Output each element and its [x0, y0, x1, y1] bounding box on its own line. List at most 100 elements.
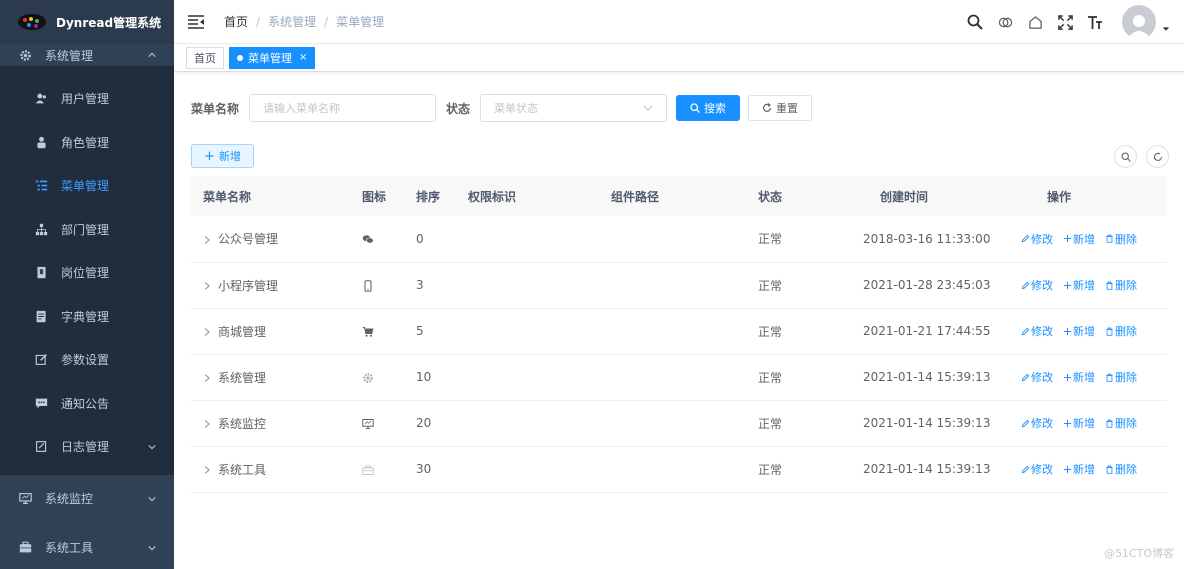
- sidebar-item-posts[interactable]: 岗位管理: [0, 251, 174, 295]
- cell-status: 正常: [758, 278, 783, 293]
- edit-link[interactable]: 修改: [1021, 231, 1053, 247]
- sidebar-item-configs[interactable]: 参数设置: [0, 338, 174, 382]
- peoples-icon: [34, 135, 48, 149]
- add-child-link[interactable]: 新增: [1063, 415, 1095, 431]
- tag-menu-management[interactable]: 菜单管理 ×: [229, 46, 316, 69]
- expand-arrow-icon[interactable]: [203, 374, 211, 382]
- cell-actions: 修改 新增 删除: [998, 216, 1167, 262]
- cell-actions: 修改 新增 删除: [998, 262, 1167, 308]
- table-row[interactable]: 系统工具 30 正常 2021-01-14 15:39:13 修改 新增 删除: [191, 446, 1167, 492]
- cell-status: 正常: [758, 232, 783, 247]
- add-child-link[interactable]: 新增: [1063, 323, 1095, 339]
- status-select[interactable]: 菜单状态: [480, 94, 668, 122]
- cell-created: 2021-01-28 23:45:03: [863, 278, 991, 292]
- sidebar-item-monitor[interactable]: 系统监控: [0, 475, 174, 523]
- edit-label: 修改: [1031, 325, 1053, 338]
- table-row[interactable]: 小程序管理 3 正常 2021-01-28 23:45:03 修改 新增 删除: [191, 262, 1167, 308]
- table-row[interactable]: 系统管理 10 正常 2021-01-14 15:39:13 修改 新增 删除: [191, 354, 1167, 400]
- tag-label: 菜单管理: [248, 51, 292, 65]
- sidebar-item-label: 日志管理: [61, 440, 110, 455]
- delete-icon: [1106, 373, 1113, 382]
- cell-component: [598, 308, 758, 354]
- cell-actions: 修改 新增 删除: [998, 354, 1167, 400]
- tool-icon: [18, 541, 32, 555]
- search-button[interactable]: 搜索: [676, 95, 741, 121]
- doc-icon[interactable]: [1026, 13, 1044, 31]
- cell-status: 正常: [758, 370, 783, 385]
- sidebar-item-logs[interactable]: 日志管理: [0, 425, 174, 469]
- expand-arrow-icon[interactable]: [203, 235, 211, 244]
- table-row[interactable]: 商城管理 5 正常 2021-01-21 17:44:55 修改 新增 删除: [191, 308, 1167, 354]
- expand-arrow-icon[interactable]: [203, 328, 211, 336]
- sidebar-item-depts[interactable]: 部门管理: [0, 207, 174, 251]
- tree-table-icon: [34, 179, 48, 193]
- table-row[interactable]: 公众号管理 0 正常 2018-03-16 11:33:00 修改 新增 删除: [191, 216, 1167, 262]
- cell-component: [598, 446, 758, 492]
- plus-icon: [1063, 465, 1072, 473]
- refresh-button[interactable]: [1146, 145, 1169, 168]
- add-child-link[interactable]: 新增: [1063, 277, 1095, 293]
- plus-icon: [1063, 373, 1072, 381]
- search-icon[interactable]: [966, 13, 984, 31]
- close-icon[interactable]: ×: [299, 52, 307, 63]
- delete-link[interactable]: 删除: [1105, 369, 1137, 385]
- cell-status: 正常: [758, 416, 783, 431]
- edit-link[interactable]: 修改: [1021, 277, 1053, 293]
- avatar[interactable]: [1122, 5, 1156, 39]
- expand-arrow-icon[interactable]: [203, 282, 211, 290]
- delete-link[interactable]: 删除: [1105, 461, 1137, 477]
- add-label: 新增: [1073, 371, 1095, 384]
- sidebar-item-users[interactable]: 用户管理: [0, 77, 174, 121]
- edit-link[interactable]: 修改: [1021, 323, 1053, 339]
- breadcrumb-home[interactable]: 首页: [224, 13, 248, 30]
- font-size-icon[interactable]: [1086, 13, 1104, 31]
- expand-arrow-icon[interactable]: [203, 466, 211, 474]
- delete-link[interactable]: 删除: [1105, 415, 1137, 431]
- delete-label: 删除: [1115, 463, 1137, 476]
- github-icon[interactable]: [996, 13, 1014, 31]
- delete-label: 删除: [1115, 232, 1137, 246]
- menu-name: 系统管理: [218, 370, 267, 385]
- caret-down-icon[interactable]: [1162, 25, 1170, 33]
- edit-link[interactable]: 修改: [1021, 461, 1053, 477]
- plus-icon: +: [204, 148, 215, 164]
- gear-icon: [18, 48, 32, 62]
- sidebar-item-system[interactable]: 系统管理: [0, 44, 174, 66]
- sidebar-item-dicts[interactable]: 字典管理: [0, 294, 174, 338]
- add-label: 新增: [1073, 279, 1095, 292]
- sidebar-item-roles[interactable]: 角色管理: [0, 120, 174, 164]
- edit-icon: [1021, 281, 1030, 289]
- hamburger-icon[interactable]: [188, 14, 204, 29]
- delete-link[interactable]: 删除: [1105, 277, 1137, 293]
- delete-label: 删除: [1115, 325, 1137, 338]
- toggle-search-button[interactable]: [1114, 145, 1137, 168]
- sidebar-item-notices[interactable]: 通知公告: [0, 381, 174, 425]
- add-child-link[interactable]: 新增: [1063, 231, 1095, 247]
- search-icon: [1120, 151, 1131, 162]
- delete-label: 删除: [1115, 279, 1137, 292]
- menu-name-input[interactable]: 请输入菜单名称: [249, 94, 437, 122]
- edit-link[interactable]: 修改: [1021, 415, 1053, 431]
- add-label: 新增: [1073, 463, 1095, 476]
- sidebar-item-menus[interactable]: 菜单管理: [0, 164, 174, 208]
- breadcrumb-separator: /: [256, 14, 261, 29]
- tag-home[interactable]: 首页: [186, 46, 224, 69]
- watermark: @51CTO博客: [1103, 547, 1174, 560]
- edit-label: 修改: [1031, 417, 1053, 430]
- add-button[interactable]: + 新增: [191, 144, 254, 168]
- add-child-link[interactable]: 新增: [1063, 461, 1095, 477]
- expand-arrow-icon[interactable]: [203, 420, 211, 428]
- delete-link[interactable]: 删除: [1105, 323, 1137, 339]
- reset-button[interactable]: 重置: [748, 95, 813, 121]
- cell-component: [598, 354, 758, 400]
- fullscreen-icon[interactable]: [1056, 13, 1074, 31]
- edit-link[interactable]: 修改: [1021, 369, 1053, 385]
- sidebar-item-tools[interactable]: 系统工具: [0, 523, 174, 569]
- delete-link[interactable]: 删除: [1105, 231, 1137, 247]
- app-logo-bar[interactable]: Dynread管理系统: [0, 0, 174, 44]
- table-row[interactable]: 系统监控 20 正常 2021-01-14 15:39:13 修改 新增 删除: [191, 400, 1167, 446]
- breadcrumb-current: 菜单管理: [336, 15, 385, 29]
- cell-status: 正常: [758, 324, 783, 339]
- add-child-link[interactable]: 新增: [1063, 369, 1095, 385]
- chevron-up-icon: [148, 52, 156, 57]
